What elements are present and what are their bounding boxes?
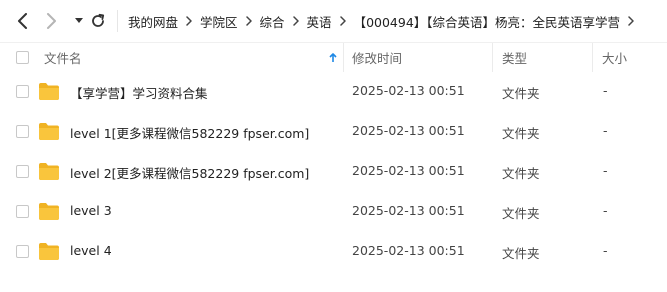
row-checkbox[interactable]: [16, 85, 29, 98]
table-row[interactable]: level 1[更多课程微信582229 fpser.com] 2025-02-…: [0, 112, 667, 152]
chevron-right-icon: [332, 12, 354, 30]
modified-time: 2025-02-13 00:51: [352, 203, 465, 218]
breadcrumb-item-current[interactable]: 【000494】【综合英语】杨亮：全民英语享学营: [354, 12, 620, 31]
folder-icon: [39, 203, 59, 220]
modified-time: 2025-02-13 00:51: [352, 243, 465, 258]
modified-time: 2025-02-13 00:51: [352, 83, 465, 98]
refresh-icon: [92, 13, 105, 27]
folder-icon: [39, 243, 59, 260]
chevron-left-icon: [18, 13, 27, 29]
folder-icon: [39, 83, 59, 100]
checkbox[interactable]: [16, 51, 29, 64]
column-header-label: 文件名: [44, 51, 82, 66]
table-row[interactable]: level 2[更多课程微信582229 fpser.com] 2025-02-…: [0, 152, 667, 192]
file-name[interactable]: 【享学营】学习资料合集: [70, 83, 208, 102]
chevron-right-icon: [238, 12, 260, 30]
file-size: -: [603, 123, 608, 138]
table-header: 文件名 修改时间 类型 大小: [0, 42, 667, 72]
file-name[interactable]: level 1[更多课程微信582229 fpser.com]: [70, 123, 309, 142]
chevron-right-icon: [620, 12, 642, 30]
arrow-up-icon: [329, 52, 337, 62]
file-name[interactable]: level 2[更多课程微信582229 fpser.com]: [70, 163, 309, 182]
file-type: 文件夹: [502, 126, 540, 141]
folder-icon: [39, 123, 59, 140]
chevron-right-icon: [285, 12, 307, 30]
row-checkbox[interactable]: [16, 205, 29, 218]
caret-down-icon: [75, 18, 83, 23]
breadcrumb-item[interactable]: 我的网盘: [128, 12, 178, 31]
history-dropdown-button[interactable]: [69, 11, 89, 31]
column-header-modified[interactable]: 修改时间: [352, 43, 402, 72]
file-type: 文件夹: [502, 86, 540, 101]
table-row[interactable]: level 4 2025-02-13 00:51 文件夹 -: [0, 232, 667, 272]
column-header-type[interactable]: 类型: [502, 43, 527, 72]
column-header-name[interactable]: 文件名: [44, 43, 82, 72]
modified-time: 2025-02-13 00:51: [352, 123, 465, 138]
file-size: -: [603, 83, 608, 98]
breadcrumb-item[interactable]: 综合: [260, 12, 285, 31]
toolbar-divider: [117, 10, 118, 32]
chevron-right-icon: [47, 13, 56, 29]
column-header-size[interactable]: 大小: [602, 43, 627, 72]
table-row[interactable]: level 3 2025-02-13 00:51 文件夹 -: [0, 192, 667, 232]
breadcrumb-item[interactable]: 英语: [307, 12, 332, 31]
row-checkbox[interactable]: [16, 125, 29, 138]
toolbar: 我的网盘 学院区 综合 英语 【000494】【综合英语】杨亮：全民英语享学营: [0, 0, 667, 42]
column-divider[interactable]: [592, 43, 593, 72]
row-checkbox[interactable]: [16, 245, 29, 258]
column-divider[interactable]: [492, 43, 493, 72]
file-size: -: [603, 243, 608, 258]
column-divider[interactable]: [343, 43, 344, 72]
column-header-label: 类型: [502, 51, 528, 66]
file-name[interactable]: level 3: [70, 203, 112, 218]
sort-ascending-button[interactable]: [329, 43, 337, 72]
column-header-label: 修改时间: [352, 51, 403, 66]
file-size: -: [603, 203, 608, 218]
table-row[interactable]: 【享学营】学习资料合集 2025-02-13 00:51 文件夹 -: [0, 72, 667, 112]
column-header-label: 大小: [602, 51, 628, 66]
folder-icon: [39, 163, 59, 180]
file-type: 文件夹: [502, 166, 540, 181]
chevron-right-icon: [178, 12, 200, 30]
forward-button[interactable]: [41, 11, 61, 31]
file-size: -: [603, 163, 608, 178]
breadcrumb: 我的网盘 学院区 综合 英语 【000494】【综合英语】杨亮：全民英语享学营: [128, 12, 642, 30]
modified-time: 2025-02-13 00:51: [352, 163, 465, 178]
file-name[interactable]: level 4: [70, 243, 112, 258]
row-checkbox[interactable]: [16, 165, 29, 178]
file-type: 文件夹: [502, 246, 540, 261]
back-button[interactable]: [13, 11, 33, 31]
breadcrumb-item[interactable]: 学院区: [200, 12, 238, 31]
select-all-checkbox[interactable]: [16, 43, 29, 72]
file-type: 文件夹: [502, 206, 540, 221]
refresh-button[interactable]: [88, 11, 108, 31]
